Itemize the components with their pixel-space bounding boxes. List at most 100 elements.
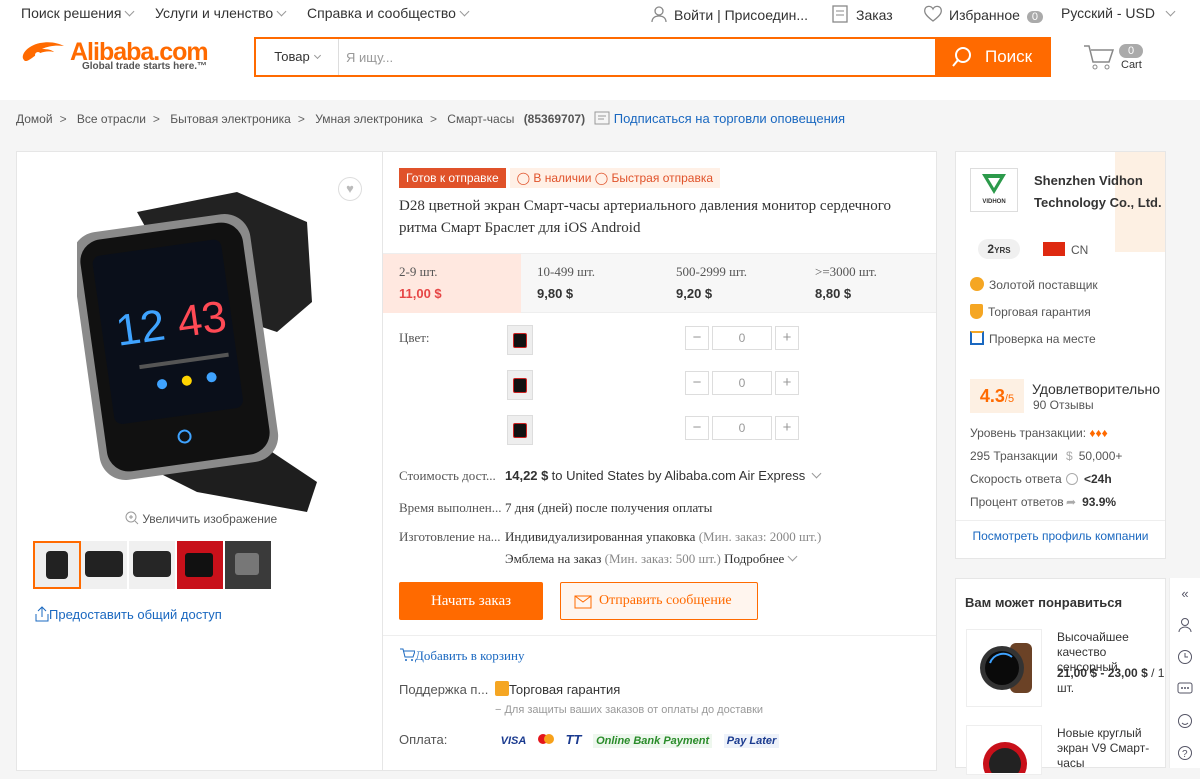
mastercard-icon [537,734,554,747]
breadcrumb-item[interactable]: Бытовая электроника [170,112,291,126]
search-bar: Товар Поиск [254,37,1051,77]
clock-icon [1066,473,1078,485]
gold-medal-icon [970,277,984,291]
response-speed: <24h [1066,472,1112,486]
breadcrumb-item[interactable]: Умная электроника [315,112,423,126]
breadcrumb-item[interactable]: Все отрасли [77,112,146,126]
recommend-title: Вам может понравиться [965,595,1123,610]
quantity-input[interactable] [712,416,772,440]
gallery-panel: ♥ 12 43 Увеличить изображение Предостави… [16,151,383,771]
color-swatch[interactable] [507,415,533,445]
breadcrumb-item[interactable]: Смарт-часы [447,112,514,126]
customization-row: Изготовление на... Индивидуализированная … [399,529,822,544]
shipping-row: Стоимость дост... 14,22 $ to United State… [399,468,822,484]
china-flag-icon [1043,242,1065,256]
collapse-icon[interactable]: « [1170,578,1200,610]
recommend-item-image[interactable] [966,629,1042,707]
transactions-count: 295 Транзакции [970,449,1058,463]
bell-icon [594,111,610,125]
trade-assurance-icon [495,681,509,696]
send-message-button[interactable]: Отправить сообщение [560,582,758,620]
decrement-button[interactable]: − [685,371,709,395]
services-menu[interactable]: Услуги и членство [155,5,287,21]
product-image[interactable]: 12 43 [77,182,317,512]
payment-row: Оплата: VISA TT Online Bank Payment Pay … [399,732,787,748]
history-clock-icon[interactable] [1170,642,1200,674]
side-toolbar: « ? [1169,578,1200,768]
quantity-input[interactable] [712,371,772,395]
user-profile-icon[interactable] [1170,610,1200,642]
language-selector[interactable]: Русский - USD [1061,5,1176,21]
solutions-menu[interactable]: Поиск решения [21,5,135,21]
supplier-card: VIDHON Shenzhen Vidhon Technology Co., L… [955,151,1166,559]
ready-tag: Готов к отправке [399,168,506,188]
decrement-button[interactable]: − [685,326,709,350]
zoom-link[interactable]: Увеличить изображение [125,511,277,526]
signin-link[interactable]: Войти | Присоедин... [650,5,808,23]
supplier-name[interactable]: Shenzhen Vidhon Technology Co., Ltd. [1034,170,1164,214]
product-tags: Готов к отправке ◯ В наличии ◯ Быстрая от… [399,168,721,188]
add-to-cart-link[interactable]: Добавить в корзину [399,648,524,664]
supplier-logo[interactable]: VIDHON [970,168,1018,212]
quantity-stepper: −+ [685,371,799,395]
search-button[interactable]: Поиск [935,39,1049,75]
chat-icon[interactable] [1170,674,1200,706]
color-label: Цвет: [399,330,430,345]
increment-button[interactable]: + [775,416,799,440]
favorites-link[interactable]: Избранное 0 [923,5,1043,23]
help-menu[interactable]: Справка и сообщество [307,5,470,21]
thumbnail[interactable] [225,541,271,589]
color-swatch[interactable] [507,370,533,400]
cart-button[interactable]: 0 Cart [1083,43,1143,74]
svg-text:12: 12 [113,300,168,355]
support-note: − Для защиты ваших заказов от оплаты до … [495,704,764,716]
onsite-check-badge: Проверка на месте [970,331,1096,346]
increment-button[interactable]: + [775,371,799,395]
product-id: (85369707) [523,112,586,126]
increment-button[interactable]: + [775,326,799,350]
share-icon [35,606,49,622]
search-input[interactable] [346,39,926,75]
more-link[interactable]: Подробнее [724,551,784,566]
reviews-link[interactable]: 90 Отзывы [1033,398,1094,412]
feedback-icon[interactable] [1170,706,1200,738]
thumbnail[interactable] [177,541,223,589]
transaction-amount: $50,000+ [1066,449,1123,463]
subscribe-link[interactable]: Подписаться на торговли оповещения [614,111,845,126]
recommend-item-image[interactable] [966,725,1042,779]
dollar-icon: $ [1066,449,1073,463]
transaction-level: Уровень транзакции: ♦♦♦ [970,426,1108,440]
product-title: D28 цветной экран Смарт-часы артериально… [399,198,891,236]
recommendations-panel: Вам может понравиться Высочайшее качеств… [955,578,1167,779]
thumbnail[interactable] [129,541,175,589]
breadcrumb-item[interactable]: Домой [16,112,53,126]
search-category-select[interactable]: Товар [256,39,339,75]
start-order-button[interactable]: Начать заказ [399,582,543,620]
shield-icon [970,304,983,319]
orders-icon [832,5,848,23]
reply-arrow-icon: ➦ [1066,495,1077,509]
decrement-button[interactable]: − [685,416,709,440]
favorite-heart-button[interactable]: ♥ [338,177,362,201]
response-rate-label: Процент ответов [970,495,1064,509]
search-icon [952,47,971,67]
share-link[interactable]: Предоставить общий доступ [35,606,222,622]
online-bank-icon: Online Bank Payment [593,734,713,748]
cart-icon [1084,45,1115,70]
recommend-item-name[interactable]: Новые круглый экран V9 Смарт-часы [1057,726,1167,771]
quantity-input[interactable] [712,326,772,350]
response-rate: ➦ 93.9% [1066,495,1117,509]
tt-icon: TT [565,732,582,747]
rating-label: Удовлетворительно [1032,381,1161,397]
thumbnail[interactable] [33,541,81,589]
company-profile-link[interactable]: Посмотреть профиль компании [956,529,1165,543]
svg-text:?: ? [1182,749,1188,760]
color-swatch[interactable] [507,325,533,355]
help-icon[interactable]: ? [1170,738,1200,770]
recommend-item-price: 21,00 $ - 23,00 $ / 1 шт. [1057,666,1165,695]
orders-link[interactable]: Заказ [832,5,893,23]
logo-tagline: Global trade starts here.™ [82,61,208,72]
thumbnail[interactable] [81,541,127,589]
customization-row-2: Эмблема на заказ (Мин. заказ: 500 шт.) П… [505,551,798,567]
diamond-icons: ♦♦♦ [1089,426,1108,440]
